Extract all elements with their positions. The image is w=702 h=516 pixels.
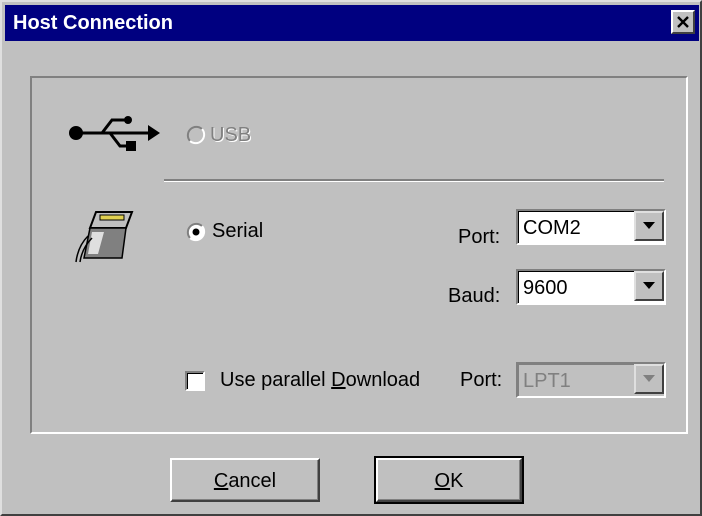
dialog-title: Host Connection <box>13 12 173 34</box>
serial-label[interactable]: Serial <box>212 219 263 243</box>
parallel-port-label: Port: <box>460 369 503 391</box>
parallel-port-dropdown-button[interactable] <box>634 364 664 394</box>
serial-port-value: COM2 <box>523 217 581 239</box>
host-connection-dialog: Host Connection USB Serial Port: COM2 Ba… <box>0 0 702 516</box>
baud-dropdown-button[interactable] <box>634 271 664 301</box>
section-separator <box>164 179 664 182</box>
close-button[interactable] <box>671 10 695 34</box>
baud-label: Baud: <box>448 285 501 307</box>
title-bar[interactable]: Host Connection <box>5 5 699 41</box>
chevron-down-icon <box>643 282 655 289</box>
usb-radio[interactable] <box>186 125 206 145</box>
cancel-button[interactable]: Cancel <box>170 458 320 502</box>
usb-icon <box>69 116 160 151</box>
serial-port-dropdown[interactable]: COM2 <box>516 209 666 245</box>
ok-button[interactable]: OK <box>374 456 524 504</box>
parallel-port-value: LPT1 <box>523 370 571 392</box>
close-icon <box>677 16 689 28</box>
baud-value: 9600 <box>523 277 568 299</box>
parallel-port-dropdown[interactable]: LPT1 <box>516 362 666 398</box>
chevron-down-icon <box>643 375 655 382</box>
serial-port-label: Port: <box>458 226 501 248</box>
parallel-download-checkbox[interactable] <box>185 371 205 391</box>
parallel-download-label[interactable]: Use parallel Download <box>220 368 420 392</box>
serial-port-dropdown-button[interactable] <box>634 211 664 241</box>
serial-radio[interactable] <box>186 222 206 242</box>
usb-label[interactable]: USB <box>210 123 251 147</box>
chevron-down-icon <box>643 222 655 229</box>
baud-dropdown[interactable]: 9600 <box>516 269 666 305</box>
serial-cable-icon <box>75 211 134 263</box>
